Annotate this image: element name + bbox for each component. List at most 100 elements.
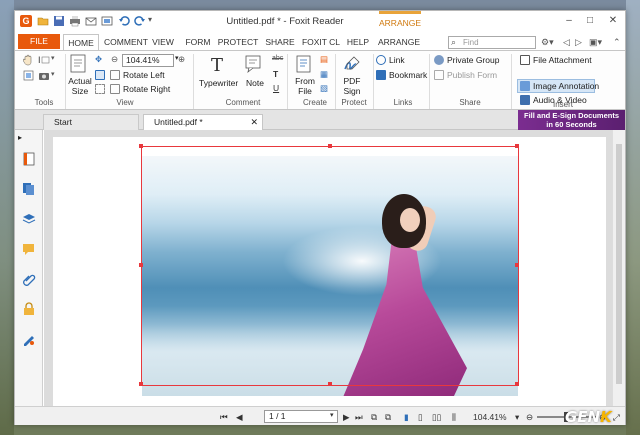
user-account-icon[interactable]: ▣▾ bbox=[589, 37, 602, 48]
zoom-in-icon[interactable]: ⊕ bbox=[178, 54, 185, 65]
resize-handle[interactable] bbox=[515, 263, 519, 267]
resize-handle[interactable] bbox=[139, 382, 143, 386]
file-attachment-button[interactable]: File Attachment bbox=[520, 55, 592, 65]
continuous-icon[interactable]: ▯ bbox=[418, 412, 423, 423]
pages-icon[interactable] bbox=[22, 182, 36, 196]
prev-page-icon[interactable]: ◀ bbox=[236, 412, 243, 423]
create-clipboard-icon[interactable]: ▧ bbox=[320, 83, 328, 94]
note-button[interactable]: Note bbox=[246, 78, 264, 88]
tab-untitled-pdf[interactable]: Untitled.pdf * ✕ bbox=[143, 114, 263, 130]
rotate-left-button[interactable]: Rotate Left bbox=[110, 70, 165, 80]
zoom-input[interactable]: 104.41% bbox=[122, 54, 174, 67]
close-window-button[interactable]: ✕ bbox=[606, 15, 620, 27]
tab-view[interactable]: VIEW bbox=[149, 34, 177, 50]
select-dropdown-icon[interactable]: ▾ bbox=[51, 54, 55, 62]
layers-icon[interactable] bbox=[22, 212, 36, 226]
tab-foxit-cloud[interactable]: FOXIT CL bbox=[300, 34, 342, 50]
first-page-icon[interactable]: ⏮ bbox=[220, 412, 228, 423]
tab-protect[interactable]: PROTECT bbox=[217, 34, 259, 50]
undo-icon[interactable] bbox=[118, 15, 130, 27]
create-blank-icon[interactable]: ▤ bbox=[320, 54, 328, 65]
minimize-button[interactable]: – bbox=[562, 15, 576, 27]
next-result-icon[interactable]: ▷ bbox=[575, 37, 582, 48]
note-icon[interactable] bbox=[244, 54, 264, 74]
close-tab-icon[interactable]: ✕ bbox=[250, 115, 258, 130]
prev-result-icon[interactable]: ◁ bbox=[563, 37, 570, 48]
foxit-logo-icon[interactable]: G bbox=[20, 15, 32, 27]
typewriter-icon[interactable]: T bbox=[208, 54, 228, 74]
tab-form[interactable]: FORM bbox=[183, 34, 213, 50]
vertical-scrollbar[interactable] bbox=[612, 130, 625, 406]
expand-panel-icon[interactable]: ▸ bbox=[18, 133, 22, 142]
tab-comment[interactable]: COMMENT bbox=[101, 34, 151, 50]
fit-width-button[interactable] bbox=[95, 70, 108, 80]
link-button[interactable]: Link bbox=[376, 55, 405, 65]
page-number-input[interactable]: 1 / 1 bbox=[264, 410, 338, 423]
tab-start[interactable]: Start bbox=[43, 114, 139, 130]
bookmark-button[interactable]: Bookmark bbox=[376, 70, 427, 80]
customize-quick-access-icon[interactable]: ▾ bbox=[148, 15, 160, 27]
page-thumbnail-icon[interactable] bbox=[22, 152, 36, 166]
highlight-icon[interactable]: T bbox=[273, 69, 278, 79]
resize-handle[interactable] bbox=[328, 144, 332, 148]
find-input[interactable]: ⌕ Find bbox=[448, 36, 536, 49]
tab-arrange[interactable]: ARRANGE bbox=[377, 34, 421, 50]
create-scanner-icon[interactable]: ▦ bbox=[320, 69, 328, 80]
from-file-button[interactable]: From File bbox=[294, 76, 316, 96]
zoom-out-icon[interactable]: ⊖ bbox=[526, 412, 533, 423]
private-group-button[interactable]: Private Group bbox=[434, 55, 499, 65]
actual-size-button[interactable]: Actual Size bbox=[68, 76, 92, 96]
resize-handle[interactable] bbox=[515, 382, 519, 386]
tab-home[interactable]: HOME bbox=[63, 34, 99, 50]
redo-icon[interactable] bbox=[134, 15, 146, 27]
camera-icon[interactable] bbox=[38, 70, 50, 81]
typewriter-button[interactable]: Typewriter bbox=[199, 78, 238, 88]
promo-banner[interactable]: Fill and E-Sign Documents in 60 Seconds bbox=[518, 110, 625, 130]
zoom-dropdown-icon[interactable]: ▾ bbox=[515, 412, 519, 423]
pdf-sign-button[interactable]: PDF Sign bbox=[340, 76, 364, 96]
fullscreen-icon[interactable]: ⤢ bbox=[613, 412, 620, 423]
open-icon[interactable] bbox=[37, 15, 49, 27]
security-icon[interactable] bbox=[22, 302, 36, 316]
zoom-out-icon[interactable]: ⊖ bbox=[111, 54, 118, 65]
tab-help[interactable]: HELP bbox=[346, 34, 370, 50]
email-icon[interactable] bbox=[85, 15, 97, 27]
maximize-button[interactable]: □ bbox=[583, 15, 597, 27]
search-options-icon[interactable]: ⚙▾ bbox=[541, 37, 554, 48]
tab-share[interactable]: SHARE bbox=[264, 34, 296, 50]
resize-handle[interactable] bbox=[515, 144, 519, 148]
single-page-icon[interactable]: ▮ bbox=[404, 412, 409, 423]
print-icon[interactable] bbox=[69, 15, 81, 27]
hand-tool-icon[interactable] bbox=[23, 54, 33, 66]
resize-handle[interactable] bbox=[328, 382, 332, 386]
publish-form-button[interactable]: Publish Form bbox=[434, 70, 497, 80]
ribbon-collapse-icon[interactable]: ⌃ bbox=[613, 37, 621, 48]
attachments-icon[interactable] bbox=[22, 272, 36, 286]
actual-size-icon[interactable] bbox=[68, 54, 88, 74]
facing-icon[interactable]: ▯▯ bbox=[432, 412, 441, 423]
snapshot-icon[interactable] bbox=[23, 70, 34, 81]
tab-file[interactable]: FILE bbox=[18, 34, 60, 49]
prev-view-icon[interactable]: ⧉ bbox=[371, 412, 377, 423]
camera-dropdown-icon[interactable]: ▾ bbox=[51, 70, 55, 78]
comments-icon[interactable] bbox=[22, 242, 36, 256]
rotate-right-button[interactable]: Rotate Right bbox=[110, 84, 170, 94]
continuous-facing-icon[interactable]: ⫼ bbox=[452, 412, 456, 423]
resize-handle[interactable] bbox=[139, 263, 143, 267]
underline-icon[interactable]: U bbox=[273, 83, 279, 93]
image-annotation-button[interactable]: Image Annotation bbox=[520, 81, 599, 91]
pdf-sign-icon[interactable] bbox=[342, 54, 362, 74]
last-page-icon[interactable]: ⏭ bbox=[355, 412, 363, 423]
save-icon[interactable] bbox=[53, 15, 65, 27]
fit-visible-button[interactable] bbox=[95, 84, 108, 94]
page-dropdown-icon[interactable]: ▾ bbox=[330, 411, 334, 419]
signature-icon[interactable] bbox=[22, 332, 36, 346]
strikeout-icon[interactable]: abc bbox=[272, 55, 283, 62]
fit-page-icon[interactable]: ✥ bbox=[95, 54, 102, 65]
next-page-icon[interactable]: ▶ bbox=[343, 412, 350, 423]
scrollbar-thumb[interactable] bbox=[616, 144, 622, 384]
next-view-icon[interactable]: ⧉ bbox=[385, 412, 391, 423]
selection-frame[interactable] bbox=[139, 144, 519, 386]
screenshot-icon[interactable] bbox=[101, 15, 113, 27]
from-file-icon[interactable] bbox=[294, 54, 314, 74]
